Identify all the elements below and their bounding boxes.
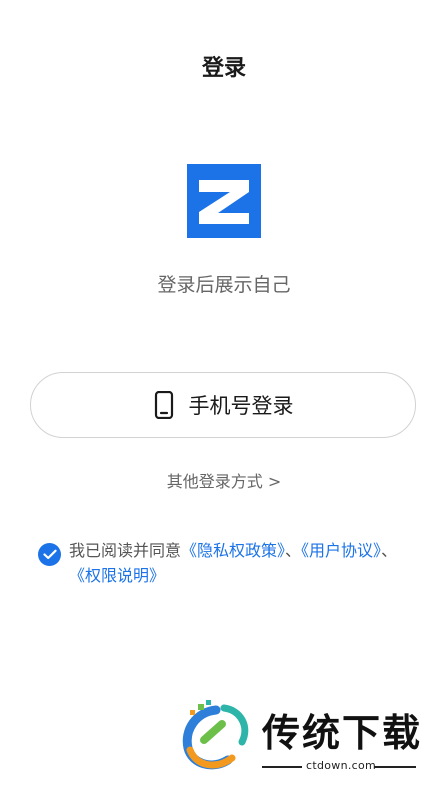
checkmark-icon bbox=[42, 549, 57, 560]
agreement-row: 我已阅读并同意《隐私权政策》、《用户协议》、《权限说明》 bbox=[38, 538, 410, 588]
separator: 、 bbox=[285, 541, 302, 560]
ctdown-logo-icon bbox=[182, 700, 249, 770]
permission-link[interactable]: 《权限说明》 bbox=[69, 566, 165, 585]
phone-login-label: 手机号登录 bbox=[188, 394, 294, 418]
tagline: 登录后展示自己 bbox=[157, 274, 291, 296]
divider bbox=[262, 766, 302, 768]
agreement-prefix: 我已阅读并同意 bbox=[69, 541, 182, 560]
divider bbox=[374, 766, 416, 768]
privacy-policy-link[interactable]: 《隐私权政策》 bbox=[181, 541, 285, 560]
agreement-checkbox[interactable] bbox=[38, 543, 61, 566]
other-login-link[interactable]: 其他登录方式 > bbox=[0, 468, 448, 492]
z-logo-icon bbox=[187, 164, 261, 238]
user-agreement-link[interactable]: 《用户协议》 bbox=[301, 541, 381, 560]
agreement-text: 我已阅读并同意《隐私权政策》、《用户协议》、《权限说明》 bbox=[69, 538, 410, 588]
watermark-url: ctdown.com bbox=[306, 759, 377, 772]
separator: 、 bbox=[381, 541, 398, 560]
watermark-text: 传统下载 bbox=[262, 711, 423, 755]
phone-icon bbox=[154, 391, 173, 419]
watermark: 传统下载 ctdown.com bbox=[176, 698, 426, 778]
page-title: 登录 bbox=[201, 56, 246, 81]
phone-login-button[interactable]: 手机号登录 bbox=[30, 372, 416, 438]
